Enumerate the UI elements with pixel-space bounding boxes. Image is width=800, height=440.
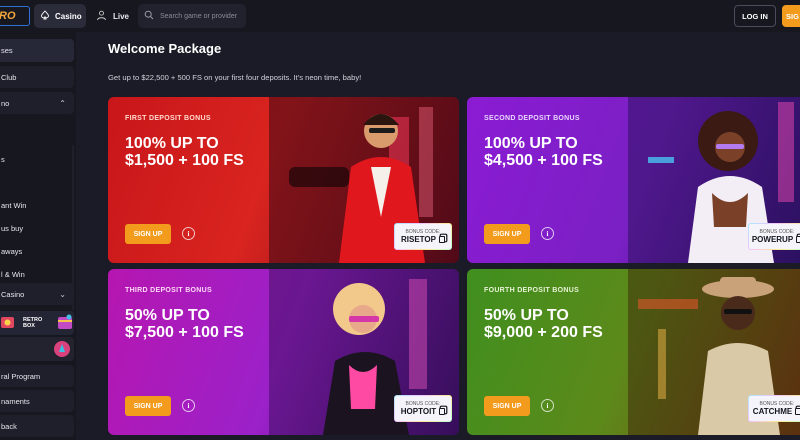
sidebar-item-club[interactable]: Club xyxy=(0,66,74,88)
card-offer-line2: $9,000 + 200 FS xyxy=(484,324,603,341)
sidebar-item-tournaments[interactable]: naments xyxy=(0,390,74,412)
bonus-code-value: RISETOP xyxy=(401,235,436,244)
sidebar-item-label: no xyxy=(1,98,10,108)
sidebar-item-label: ral Program xyxy=(1,371,41,381)
bonus-card-third: THIRD DEPOSIT BONUS 50% UP TO $7,500 + 1… xyxy=(108,269,459,435)
sidebar-item-label: naments xyxy=(1,396,30,406)
sidebar-item-referral[interactable]: ral Program xyxy=(0,365,74,387)
copy-icon[interactable] xyxy=(438,236,445,243)
search-icon xyxy=(144,10,154,22)
bonus-card-first: FIRST DEPOSIT BONUS 100% UP TO $1,500 + … xyxy=(108,97,459,263)
search-placeholder: Search game or provider xyxy=(160,12,238,20)
spade-icon xyxy=(40,10,50,22)
retro-box-label: RETRO BOX xyxy=(23,317,43,329)
card-offer-line1: 100% UP TO xyxy=(484,135,578,152)
logo-text: RO xyxy=(0,10,16,22)
top-bar: RO Casino Live Search game or provider L… xyxy=(0,0,800,32)
sidebar-subitem[interactable]: s xyxy=(0,155,5,164)
retro-box-right-icon xyxy=(56,313,74,333)
sidebar-item-cashback[interactable]: back xyxy=(0,415,74,437)
chevron-up-icon: ⌃ xyxy=(59,98,66,108)
card-signup-button[interactable]: SIGN UP xyxy=(484,224,530,244)
search-input[interactable]: Search game or provider xyxy=(138,4,246,28)
rocket-icon xyxy=(53,340,71,363)
copy-icon[interactable] xyxy=(439,408,446,415)
bonus-code-box[interactable]: BONUS CODE: RISETOP xyxy=(394,223,452,250)
sidebar-item-label: Casino xyxy=(1,289,25,299)
page-subtitle: Get up to $22,500 + 500 FS on your first… xyxy=(108,73,362,82)
sidebar-promo-tile[interactable] xyxy=(0,337,74,361)
bonus-code-box[interactable]: BONUS CODE: POWERUP xyxy=(748,223,800,250)
chevron-down-icon: ⌄ xyxy=(59,289,66,299)
bonus-code-box[interactable]: BONUS CODE: CATCHME xyxy=(748,395,800,422)
card-signup-button[interactable]: SIGN UP xyxy=(125,224,171,244)
main-content: Welcome Package Get up to $22,500 + 500 … xyxy=(76,32,800,440)
page-title: Welcome Package xyxy=(108,41,222,56)
bonus-code-value: POWERUP xyxy=(751,235,794,244)
sidebar-item-bonuses[interactable]: ses xyxy=(0,39,74,62)
sidebar-subitem-instant-win[interactable]: ant Win xyxy=(0,201,26,210)
nav-live-label: Live xyxy=(113,11,130,21)
info-icon[interactable]: i xyxy=(182,399,195,412)
bonus-code-value: HOPTOIT xyxy=(400,407,437,416)
card-signup-button[interactable]: SIGN UP xyxy=(125,396,171,416)
retro-box-promo[interactable]: RETRO BOX xyxy=(0,311,74,335)
info-icon[interactable]: i xyxy=(182,227,195,240)
sidebar-subitem-bonus-buy[interactable]: us buy xyxy=(0,224,23,233)
bonus-code-box[interactable]: BONUS CODE: HOPTOIT xyxy=(394,395,452,422)
sidebar-subitem-hold-win[interactable]: l & Win xyxy=(0,270,25,279)
sidebar-subitem-giveaways[interactable]: aways xyxy=(0,247,22,256)
card-offer-line1: 100% UP TO xyxy=(125,135,219,152)
card-label: FOURTH DEPOSIT BONUS xyxy=(484,287,580,294)
bonus-code-value: CATCHME xyxy=(752,407,793,416)
card-offer-line2: $1,500 + 100 FS xyxy=(125,152,244,169)
copy-icon[interactable] xyxy=(796,236,800,243)
info-icon[interactable]: i xyxy=(541,227,554,240)
sidebar-item-casino-group[interactable]: no ⌃ xyxy=(0,92,74,114)
sidebar-item-label: back xyxy=(1,421,17,431)
copy-icon[interactable] xyxy=(795,408,800,415)
card-signup-button[interactable]: SIGN UP xyxy=(484,396,530,416)
retro-box-left-icon xyxy=(0,314,16,332)
sidebar-item-live-casino[interactable]: Casino ⌄ xyxy=(0,283,74,305)
nav-live-tab[interactable]: Live xyxy=(96,4,129,28)
bonus-card-second: SECOND DEPOSIT BONUS 100% UP TO $4,500 +… xyxy=(467,97,800,263)
login-button[interactable]: LOG IN xyxy=(734,5,776,27)
bonus-card-fourth: FOURTH DEPOSIT BONUS 50% UP TO $9,000 + … xyxy=(467,269,800,435)
sidebar: ses Club no ⌃ s ant Win us buy aways l & … xyxy=(0,32,76,440)
info-icon[interactable]: i xyxy=(541,399,554,412)
dealer-icon xyxy=(96,10,107,23)
card-offer-line1: 50% UP TO xyxy=(484,307,569,324)
sidebar-item-label: ses xyxy=(1,46,13,55)
nav-casino-label: Casino xyxy=(55,11,82,21)
card-label: FIRST DEPOSIT BONUS xyxy=(125,115,211,122)
site-logo[interactable]: RO xyxy=(0,6,30,26)
card-label: SECOND DEPOSIT BONUS xyxy=(484,115,580,122)
card-offer-line1: 50% UP TO xyxy=(125,307,210,324)
card-label: THIRD DEPOSIT BONUS xyxy=(125,287,212,294)
sidebar-item-label: Club xyxy=(1,72,17,82)
card-offer-line2: $4,500 + 100 FS xyxy=(484,152,603,169)
nav-casino-tab[interactable]: Casino xyxy=(34,4,86,28)
signup-button[interactable]: SIG xyxy=(782,5,800,27)
card-offer-line2: $7,500 + 100 FS xyxy=(125,324,244,341)
